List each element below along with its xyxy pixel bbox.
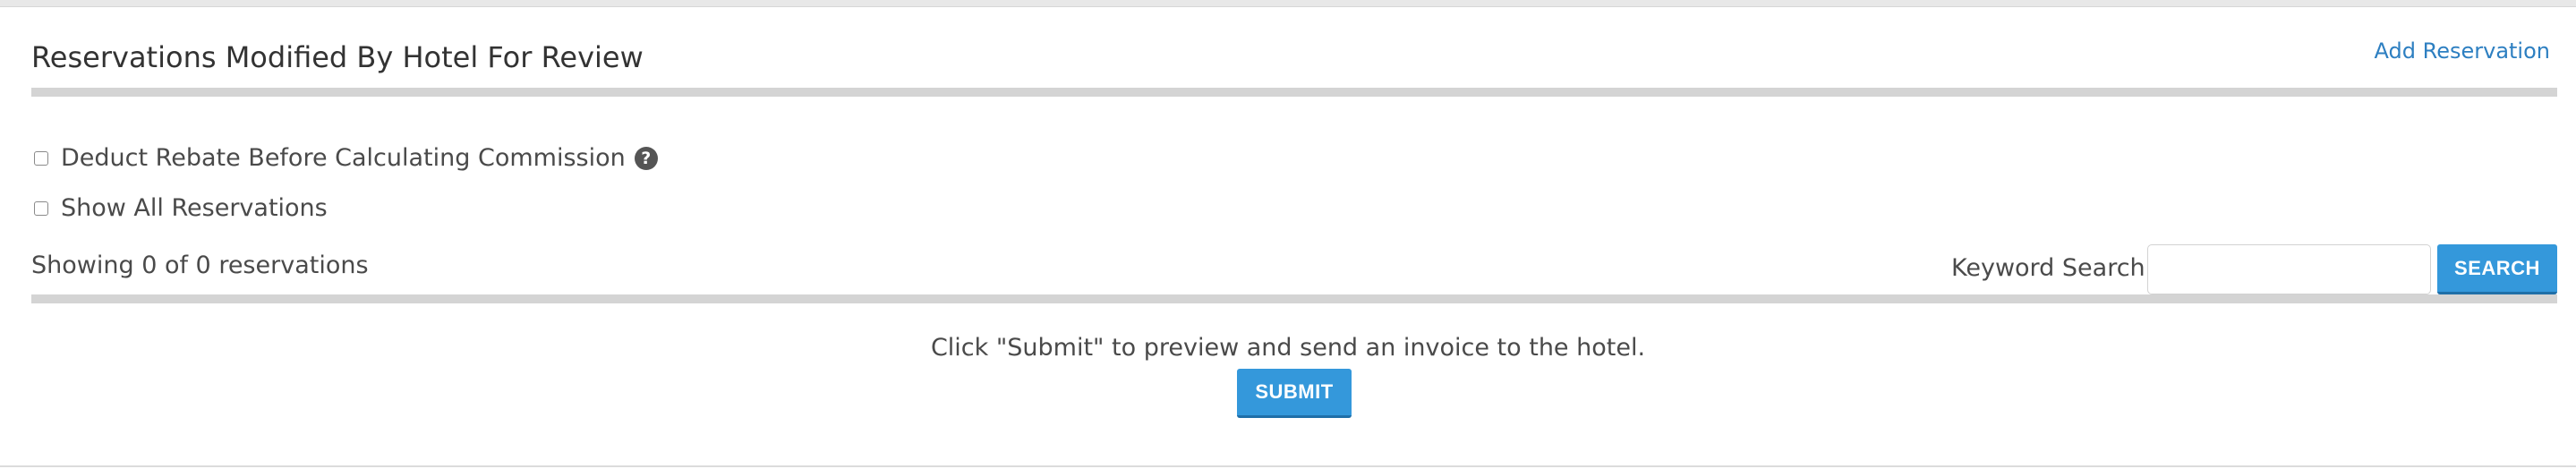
keyword-search-label: Keyword Search:: [1951, 254, 2154, 282]
results-count: Showing 0 of 0 reservations: [31, 252, 369, 279]
page-title: Reservations Modified By Hotel For Revie…: [31, 40, 644, 74]
deduct-rebate-checkbox[interactable]: [34, 151, 48, 166]
show-all-label: Show All Reservations: [61, 194, 328, 222]
question-circle-icon[interactable]: ?: [634, 147, 658, 170]
header-divider: [31, 88, 2557, 97]
search-button[interactable]: SEARCH: [2437, 244, 2557, 294]
deduct-rebate-label: Deduct Rebate Before Calculating Commiss…: [61, 144, 626, 172]
top-border: [0, 0, 2576, 7]
list-divider: [31, 294, 2557, 303]
keyword-search-input[interactable]: [2147, 244, 2431, 294]
bottom-border: [0, 465, 2576, 467]
submit-instruction: Click "Submit" to preview and send an in…: [930, 334, 1646, 362]
submit-button[interactable]: SUBMIT: [1237, 369, 1352, 418]
show-all-checkbox[interactable]: [34, 201, 48, 216]
deduct-rebate-option: Deduct Rebate Before Calculating Commiss…: [34, 143, 658, 174]
show-all-option: Show All Reservations: [34, 193, 328, 224]
add-reservation-link[interactable]: Add Reservation: [2375, 38, 2550, 64]
